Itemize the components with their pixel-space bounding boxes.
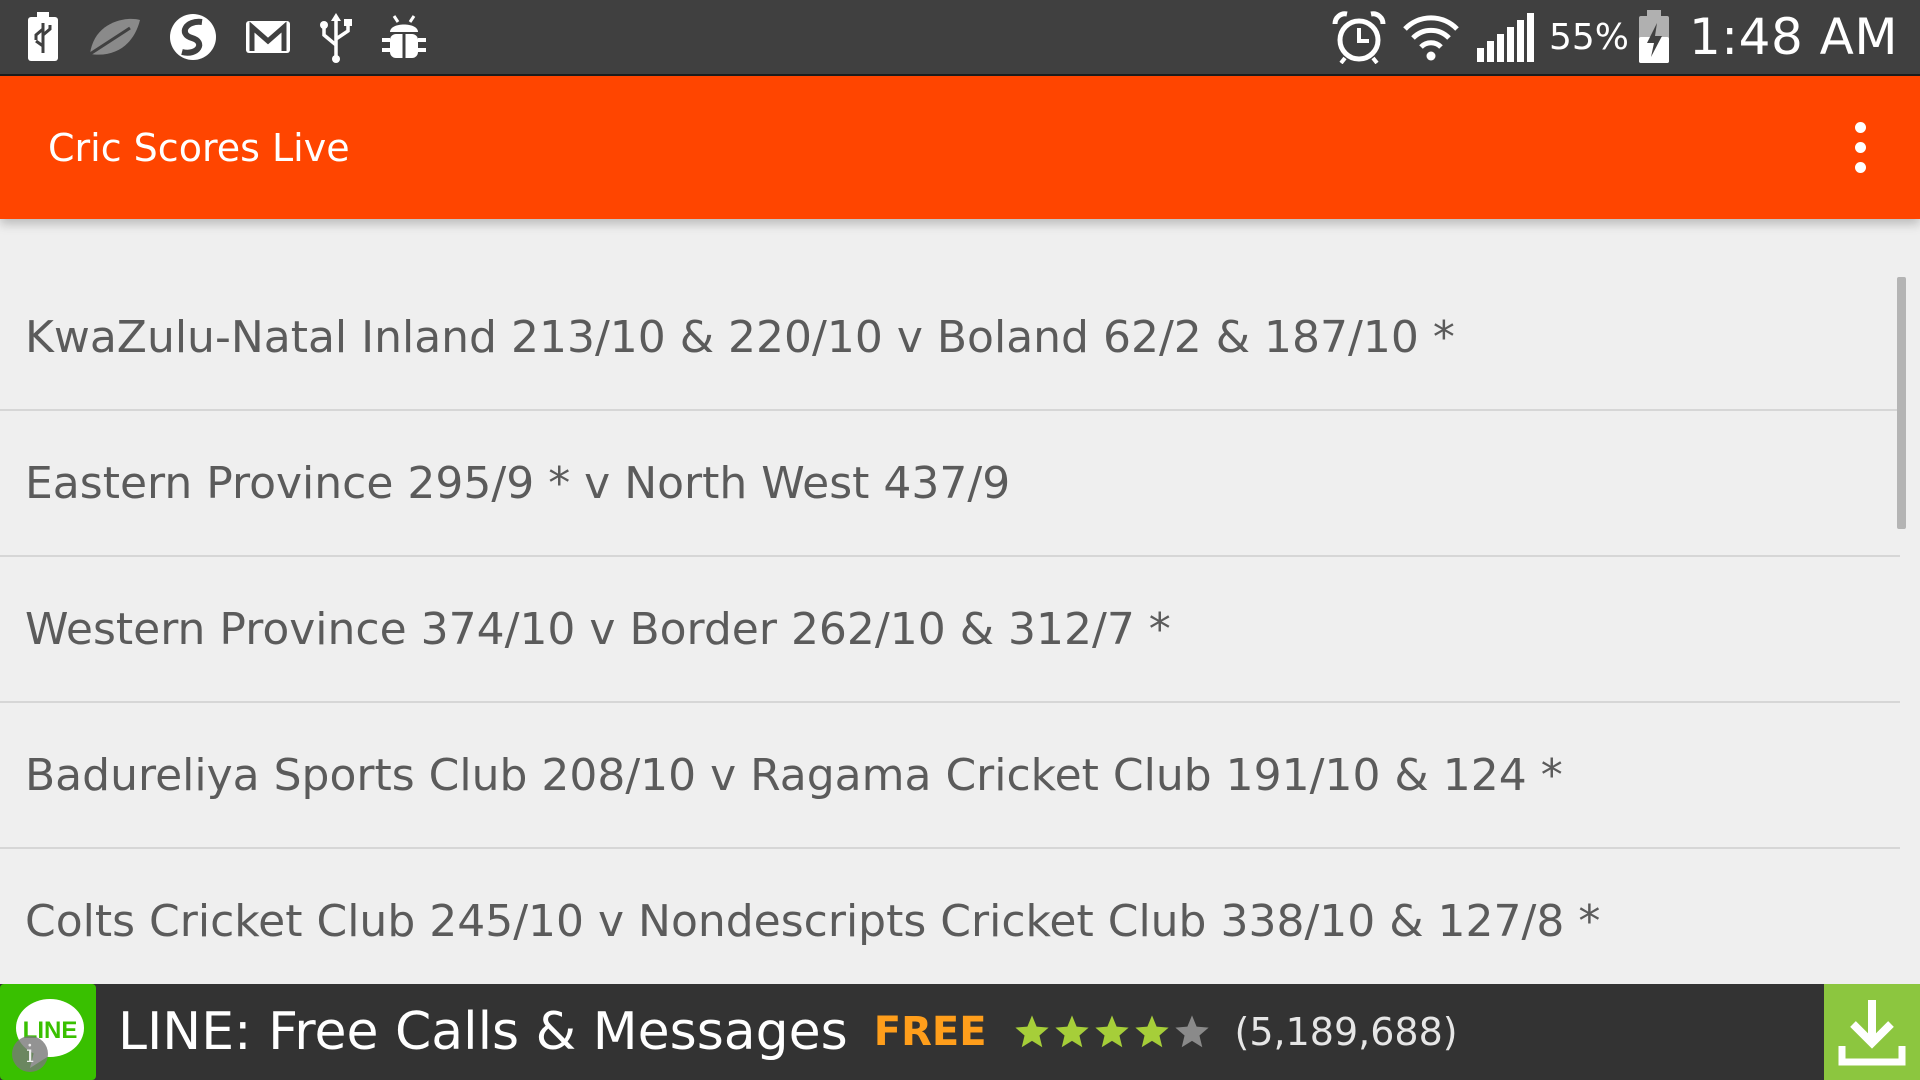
match-label: Eastern Province 295/9 * v North West 43… — [25, 457, 1011, 509]
battery-charging-icon — [1637, 10, 1671, 63]
notification-icons — [0, 0, 428, 74]
gmail-icon — [244, 11, 292, 63]
star-filled-icon — [1054, 1015, 1089, 1048]
app-bar: Cric Scores Live — [0, 76, 1920, 219]
star-filled-icon — [1134, 1015, 1169, 1048]
match-row[interactable]: Western Province 374/10 v Border 262/10 … — [0, 557, 1900, 703]
status-bar: 55% 1:48 AM — [0, 0, 1920, 74]
star-rating — [1013, 1013, 1211, 1051]
review-count: (5,189,688) — [1234, 1010, 1458, 1054]
battery-percentage: 55% — [1548, 16, 1629, 58]
match-label: Badureliya Sports Club 208/10 v Ragama C… — [25, 749, 1563, 801]
android-debug-icon — [380, 11, 428, 63]
match-list[interactable]: KwaZulu-Natal Inland 213/10 & 220/10 v B… — [0, 219, 1920, 984]
overflow-menu-button[interactable] — [1824, 98, 1896, 198]
wifi-icon — [1401, 11, 1461, 63]
signal-icon — [1475, 11, 1535, 63]
alarm-icon — [1331, 11, 1387, 64]
match-label: Western Province 374/10 v Border 262/10 … — [25, 603, 1171, 655]
star-filled-icon — [1094, 1015, 1129, 1048]
match-row[interactable]: Badureliya Sports Club 208/10 v Ragama C… — [0, 703, 1900, 849]
match-label: KwaZulu-Natal Inland 213/10 & 220/10 v B… — [25, 311, 1455, 363]
system-status: 55% 1:48 AM — [1331, 0, 1920, 74]
download-icon — [1838, 1000, 1906, 1066]
swype-icon — [168, 11, 218, 63]
match-label: Colts Cricket Club 245/10 v Nondescripts… — [25, 895, 1601, 947]
list-scrollbar[interactable] — [1897, 277, 1906, 529]
clock: 1:48 AM — [1688, 8, 1898, 66]
ad-banner[interactable]: LINE i LINE: Free Calls & Messages FREE … — [0, 984, 1920, 1080]
usb-icon — [318, 11, 354, 63]
app-title: Cric Scores Live — [48, 125, 350, 170]
ad-title: LINE: Free Calls & Messages — [118, 1002, 848, 1062]
ad-price: FREE — [873, 1009, 987, 1055]
match-row[interactable]: Colts Cricket Club 245/10 v Nondescripts… — [0, 849, 1900, 984]
leaf-icon — [86, 11, 142, 63]
download-button[interactable] — [1824, 984, 1920, 1080]
overflow-menu-icon — [1854, 122, 1866, 133]
info-icon[interactable]: i — [12, 1036, 48, 1072]
star-empty-icon — [1174, 1015, 1209, 1048]
star-filled-icon — [1014, 1015, 1049, 1048]
line-app-logo: LINE i — [0, 984, 96, 1080]
match-row[interactable]: Eastern Province 295/9 * v North West 43… — [0, 411, 1900, 557]
battery-saver-icon — [26, 11, 60, 63]
match-row[interactable]: KwaZulu-Natal Inland 213/10 & 220/10 v B… — [0, 265, 1900, 411]
